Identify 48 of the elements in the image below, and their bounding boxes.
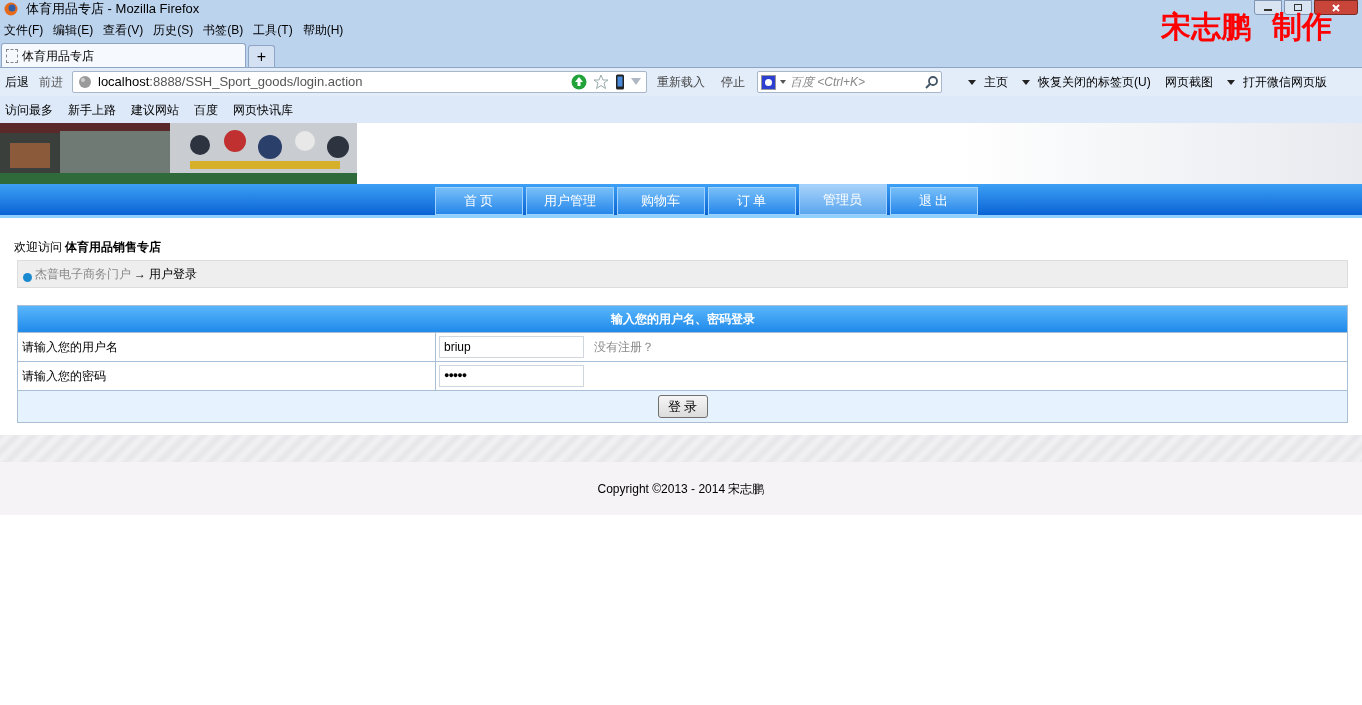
- username-field[interactable]: briup: [439, 336, 584, 358]
- close-icon: [1332, 3, 1340, 12]
- forward-button[interactable]: 前进: [34, 73, 68, 91]
- bookmark-link[interactable]: 新手上路: [68, 100, 116, 119]
- bullet-icon: [23, 272, 32, 282]
- browser-tab[interactable]: 体育用品专店: [1, 43, 246, 67]
- password-field[interactable]: ●●●●●: [439, 365, 584, 387]
- star-icon[interactable]: [593, 74, 609, 90]
- toolbar-link[interactable]: 主页: [984, 73, 1008, 91]
- copyright-text: Copyright ©2013 - 2014 宋志鹏: [597, 480, 765, 498]
- bookmark-link[interactable]: 百度: [194, 100, 218, 119]
- menu-item[interactable]: 工具(T): [249, 21, 297, 39]
- login-button[interactable]: 登 录: [657, 395, 708, 418]
- table-cell: 请输入您的用户名: [18, 333, 436, 361]
- toolbar-link[interactable]: 网页截图: [1164, 73, 1213, 91]
- menu-item[interactable]: 书签(B): [199, 21, 248, 39]
- register-link[interactable]: 没有注册？: [594, 338, 654, 356]
- menu-item[interactable]: 帮助(H): [298, 21, 348, 39]
- dropdown-arrow-icon[interactable]: [1022, 79, 1030, 85]
- address-bar[interactable]: localhost:8888/SSH_Sport_goods/login.action: [72, 71, 647, 93]
- toolbar-link[interactable]: 恢复关闭的标签页(U): [1038, 73, 1151, 91]
- dropdown-arrow-icon[interactable]: [1226, 79, 1235, 85]
- dropdown-arrow-icon[interactable]: [780, 80, 786, 84]
- page-icon: [6, 48, 18, 63]
- caption-overlay: 宋志鹏 制作: [1161, 12, 1332, 42]
- menu-item[interactable]: 查看(V): [99, 21, 148, 39]
- toolbar-link[interactable]: 打开微信网页版: [1242, 73, 1327, 91]
- search-field[interactable]: 百度 <Ctrl+K>: [757, 71, 942, 93]
- reload-button[interactable]: 重新载入: [657, 73, 705, 91]
- dropdown-arrow-icon[interactable]: [968, 79, 976, 85]
- paw-icon[interactable]: [761, 74, 776, 90]
- phone-icon[interactable]: [615, 74, 625, 90]
- globe-icon: [78, 75, 92, 89]
- menu-item[interactable]: 文件(F): [0, 21, 48, 39]
- window-title: 体育用品专店 - Mozilla Firefox: [26, 0, 200, 19]
- bookmark-link[interactable]: 访问最多: [5, 100, 53, 119]
- breadcrumb-current: → 用户登录: [134, 266, 198, 283]
- stop-button[interactable]: 停止: [721, 73, 745, 91]
- search-icon[interactable]: [925, 75, 938, 89]
- menu-item[interactable]: 编辑(E): [49, 21, 98, 39]
- table-header: 输入您的用户名、密码登录: [18, 306, 1347, 332]
- bookmark-link[interactable]: 网页快讯库: [233, 100, 293, 119]
- back-button[interactable]: 后退: [0, 73, 34, 91]
- new-tab-button[interactable]: +: [248, 45, 275, 67]
- bookmark-link[interactable]: 建议网站: [131, 100, 179, 119]
- browser-logo-icon: [4, 2, 18, 16]
- welcome-text: 欢迎访问 体育用品销售专店: [14, 239, 163, 256]
- menu-item[interactable]: 历史(S): [149, 21, 198, 39]
